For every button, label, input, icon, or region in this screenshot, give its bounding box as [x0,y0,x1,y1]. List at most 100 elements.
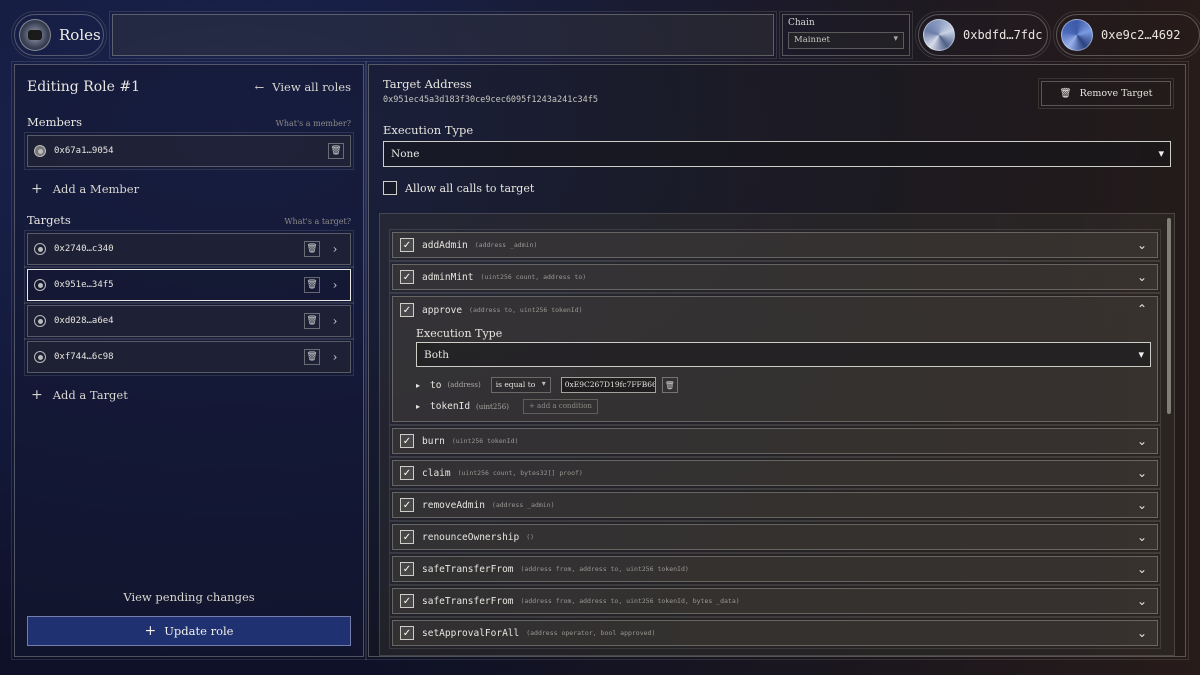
function-row-expanded: ✓ approve (address to, uint256 tokenId) … [389,293,1161,425]
function-name: removeAdmin [422,499,485,511]
target-icon [34,351,46,363]
member-avatar-icon [34,145,46,157]
add-target-button[interactable]: + Add a Target [27,387,351,403]
update-role-button[interactable]: + Update role [27,616,351,646]
target-icon [34,243,46,255]
chevron-down-icon[interactable]: ⌄ [1137,562,1147,576]
arrow-left-icon: ← [254,80,265,94]
chevron-down-icon[interactable]: ⌄ [1137,594,1147,608]
targets-heading: Targets [27,213,71,227]
chevron-down-icon[interactable]: ⌄ [1137,238,1147,252]
check-icon[interactable]: ✓ [400,303,414,317]
trash-icon[interactable]: 🗑 [304,313,320,329]
check-icon[interactable]: ✓ [400,238,414,252]
param-type: (uint256) [476,402,509,411]
app-brand[interactable]: Roles [11,11,107,59]
caret-right-icon[interactable]: ▸ [416,381,424,390]
execution-type-select[interactable]: None [383,141,1171,167]
check-icon[interactable]: ✓ [400,594,414,608]
function-row[interactable]: ✓ claim (uint256 count, bytes32[] proof)… [389,457,1161,489]
chevron-down-icon[interactable]: ⌄ [1137,498,1147,512]
function-row[interactable]: ✓ burn (uint256 tokenId) ⌄ [389,425,1161,457]
caret-right-icon[interactable]: ▸ [416,402,424,411]
function-row[interactable]: ✓ safeTransferFrom (address from, addres… [389,585,1161,617]
app-title: Roles [59,26,101,44]
function-row[interactable]: ✓ removeAdmin (address _admin) ⌄ [389,489,1161,521]
remove-target-button[interactable]: 🗑 Remove Target [1038,78,1174,109]
function-execution-type-heading: Execution Type [416,327,503,340]
account-button-1[interactable]: 0xbdfd…7fdc [915,11,1051,59]
trash-icon: 🗑 [1059,88,1072,99]
function-row[interactable]: ✓ safeTransferFrom (address from, addres… [389,553,1161,585]
target-row-selected[interactable]: 0x951e…34f5 🗑 › [24,266,354,304]
view-all-roles-link[interactable]: ← View all roles [255,80,351,94]
function-execution-type-select[interactable]: Both [416,342,1151,367]
function-args: (address to, uint256 tokenId) [469,306,583,314]
target-icon [34,315,46,327]
function-name: burn [422,435,445,447]
chevron-right-icon: › [332,350,338,364]
top-bar: Roles Chain Mainnet 0xbdfd…7fdc 0xe9c2…4… [11,11,1200,59]
role-editor-panel: Editing Role #1 ← View all roles Members… [11,61,367,660]
allow-all-checkbox[interactable] [383,181,397,195]
trash-icon[interactable]: 🗑 [304,241,320,257]
function-args: (address from, address to, uint256 token… [520,597,740,605]
allow-all-calls[interactable]: Allow all calls to target [383,181,1171,195]
add-target-label: Add a Target [52,388,128,402]
app-logo-icon [19,19,51,51]
function-row[interactable]: ✓ addAdmin (address _admin) ⌄ [389,229,1161,261]
check-icon[interactable]: ✓ [400,498,414,512]
target-detail-panel: Target Address 0x951ec45a3d183f30ce9cec6… [365,61,1189,660]
chain-select[interactable]: Mainnet [788,32,904,49]
target-icon [34,279,46,291]
function-name: claim [422,467,451,479]
target-row[interactable]: 0x2740…c340 🗑 › [24,230,354,268]
add-condition-button[interactable]: + add a condition [522,399,598,414]
target-row[interactable]: 0xf744…6c98 🗑 › [24,338,354,376]
function-args: (uint256 count, bytes32[] proof) [457,469,583,477]
trash-icon[interactable]: 🗑 [661,377,678,393]
chevron-down-icon[interactable]: ⌄ [1137,530,1147,544]
targets-help-link[interactable]: What's a target? [284,217,351,226]
view-pending-changes-link[interactable]: View pending changes [15,590,363,604]
trash-icon[interactable]: 🗑 [304,349,320,365]
check-icon[interactable]: ✓ [400,626,414,640]
chevron-down-icon[interactable]: ⌄ [1137,434,1147,448]
check-icon[interactable]: ✓ [400,530,414,544]
function-args: (address _admin) [474,241,538,249]
chevron-down-icon[interactable]: ⌄ [1137,626,1147,640]
chevron-down-icon[interactable]: ⌄ [1137,466,1147,480]
members-help-link[interactable]: What's a member? [276,119,351,128]
param-name: to [430,379,442,391]
check-icon[interactable]: ✓ [400,434,414,448]
function-row[interactable]: ✓ adminMint (uint256 count, address to) … [389,261,1161,293]
trash-icon[interactable]: 🗑 [328,143,344,159]
function-row[interactable]: ✓ renounceOwnership () ⌄ [389,521,1161,553]
header-search-area[interactable] [109,11,777,59]
trash-icon[interactable]: 🗑 [304,277,320,293]
function-row[interactable]: ✓ setApprovalForAll (address operator, b… [389,617,1161,649]
chevron-up-icon[interactable]: ⌃ [1137,302,1147,316]
function-name: renounceOwnership [422,531,520,543]
target-address: 0xd028…a6e4 [54,316,114,326]
account-button-2[interactable]: 0xe9c2…4692 [1053,11,1200,59]
plus-icon: + [144,623,157,639]
condition-select[interactable]: is equal to [490,377,551,393]
scrollbar[interactable] [1167,218,1171,414]
function-args: (address operator, bool approved) [526,629,656,637]
account-address: 0xbdfd…7fdc [963,28,1043,42]
check-icon[interactable]: ✓ [400,562,414,576]
function-name: setApprovalForAll [422,627,520,639]
function-name: safeTransferFrom [422,595,514,607]
check-icon[interactable]: ✓ [400,270,414,284]
function-args: (uint256 tokenId) [451,437,519,445]
chain-label: Chain [788,18,815,28]
target-row[interactable]: 0xd028…a6e4 🗑 › [24,302,354,340]
check-icon[interactable]: ✓ [400,466,414,480]
chevron-right-icon: › [332,242,338,256]
chevron-down-icon[interactable]: ⌄ [1137,270,1147,284]
param-row-to: ▸ to (address) is equal to 0xE9C267D19fc… [416,377,1151,393]
add-member-button[interactable]: + Add a Member [27,181,351,197]
param-row-tokenid: ▸ tokenId (uint256) + add a condition [416,399,1151,414]
condition-value-input[interactable]: 0xE9C267D19fc7FFB66 [560,377,656,393]
